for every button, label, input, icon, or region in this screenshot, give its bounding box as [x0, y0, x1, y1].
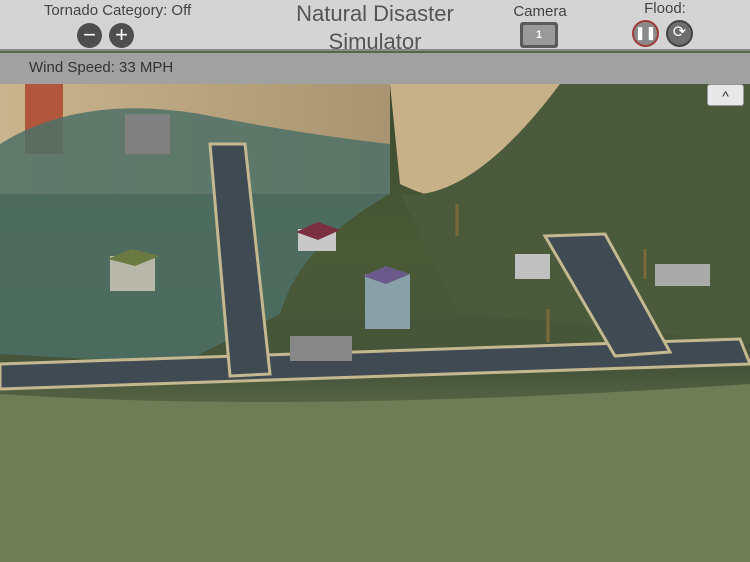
flood-reset-button[interactable]: ⟳: [666, 20, 693, 47]
wind-speed-readout: Wind Speed: 33 MPH: [29, 59, 174, 76]
tornado-category-label: Tornado Category: Off: [43, 2, 192, 19]
house: [290, 336, 352, 361]
status-bar: Wind Speed: 33 MPH: [0, 53, 750, 84]
top-toolbar: Tornado Category: Off − + Natural Disast…: [0, 0, 750, 54]
flood-label: Flood:: [644, 0, 686, 17]
3d-scene: [0, 84, 750, 562]
camera-button[interactable]: 1: [520, 22, 558, 48]
camera-icon: 1: [523, 25, 555, 45]
simulation-viewport[interactable]: [0, 84, 750, 562]
tornado-increase-button[interactable]: +: [109, 23, 134, 48]
flood-pause-button[interactable]: ❚❚: [632, 20, 659, 47]
title-line-1: Natural Disaster: [296, 1, 454, 26]
house: [515, 254, 550, 279]
house: [655, 264, 710, 286]
title-line-2: Simulator: [328, 29, 422, 54]
house: [125, 114, 170, 154]
camera-label: Camera: [513, 3, 567, 20]
lower-field: [0, 384, 750, 562]
app-title: Natural Disaster Simulator: [270, 0, 480, 56]
tornado-decrease-button[interactable]: −: [77, 23, 102, 48]
collapse-toolbar-button[interactable]: ^: [707, 84, 744, 106]
